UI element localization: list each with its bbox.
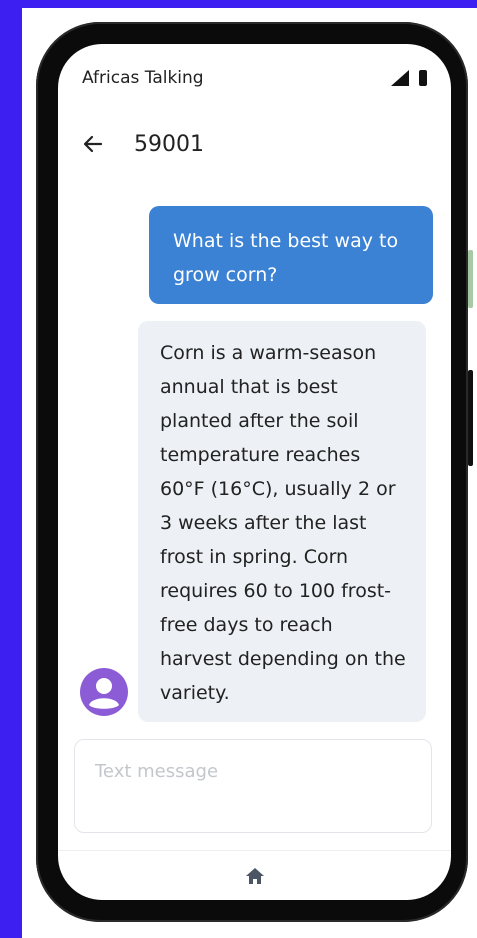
avatar[interactable] xyxy=(79,667,129,717)
home-icon[interactable] xyxy=(243,864,267,888)
phone-side-button xyxy=(468,250,473,308)
phone-screen: Africas Talking 59001 What is the best w… xyxy=(58,44,451,900)
outgoing-message[interactable]: What is the best way to grow corn? xyxy=(149,206,433,304)
text-message-input[interactable] xyxy=(93,760,417,783)
message-composer[interactable] xyxy=(74,739,432,833)
cellular-signal-icon xyxy=(391,70,409,86)
page-background-top xyxy=(0,0,477,8)
bottom-navigation xyxy=(58,850,451,900)
battery-icon xyxy=(419,70,427,86)
incoming-message[interactable]: Corn is a warm-season annual that is bes… xyxy=(138,321,426,722)
person-icon xyxy=(80,668,128,716)
page-background-left xyxy=(0,0,22,938)
status-icons xyxy=(391,70,427,86)
phone-power-button xyxy=(468,370,473,466)
conversation-title: 59001 xyxy=(134,131,204,157)
status-bar-title: Africas Talking xyxy=(82,68,204,88)
conversation-header: 59001 xyxy=(78,124,431,164)
arrow-left-icon[interactable] xyxy=(78,129,108,159)
status-bar: Africas Talking xyxy=(82,64,427,92)
